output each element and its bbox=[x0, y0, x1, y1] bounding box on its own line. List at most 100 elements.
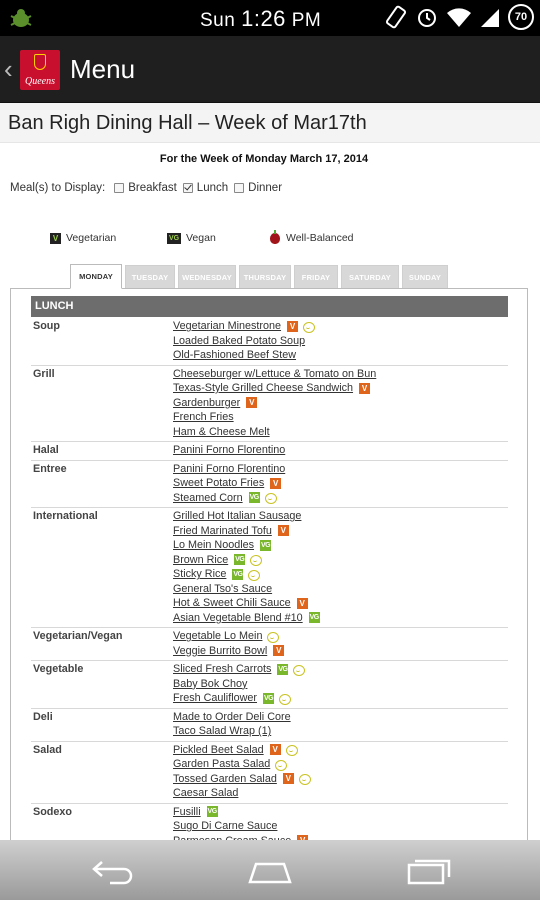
checkbox-icon[interactable] bbox=[114, 183, 125, 193]
vegetarian-badge-icon: V bbox=[359, 382, 371, 394]
menu-item-link[interactable]: Texas-Style Grilled Cheese Sandwich bbox=[173, 382, 353, 394]
menu-table: Soup Vegetarian Minestrone V Loaded Baked P… bbox=[31, 318, 508, 851]
back-nav-button[interactable] bbox=[90, 856, 136, 891]
menu-row: International Grilled Hot Italian Sausage… bbox=[31, 508, 508, 628]
menu-item-link[interactable]: Taco Salad Wrap (1) bbox=[173, 725, 271, 737]
recent-apps-icon[interactable] bbox=[406, 856, 452, 886]
menu-item-link[interactable]: Caesar Salad bbox=[173, 787, 238, 799]
home-icon[interactable] bbox=[246, 856, 294, 886]
menu-item: Taco Salad Wrap (1) bbox=[173, 724, 508, 739]
menu-item-link[interactable]: Lo Mein Noodles bbox=[173, 539, 254, 551]
menu-item: Loaded Baked Potato Soup bbox=[173, 334, 508, 349]
menu-item: Caesar Salad bbox=[173, 786, 508, 801]
menu-item: Garden Pasta Salad bbox=[173, 757, 508, 772]
menu-items: Sliced Fresh Carrots VG Baby Bok Choy Fresh… bbox=[173, 662, 508, 706]
menu-item-link[interactable]: Cheeseburger w/Lettuce & Tomato on Bun bbox=[173, 368, 376, 380]
menu-item-link[interactable]: Vegetarian Minestrone bbox=[173, 320, 281, 332]
page-title: Menu bbox=[70, 54, 136, 84]
menu-items: Made to Order Deli Core Taco Salad Wrap (… bbox=[173, 710, 508, 739]
menu-item-link[interactable]: Garden Pasta Salad bbox=[173, 758, 270, 770]
menu-item-link[interactable]: General Tso's Sauce bbox=[173, 583, 272, 595]
tab-monday[interactable]: MONDAY bbox=[70, 264, 122, 289]
menu-item-link[interactable]: French Fries bbox=[173, 411, 234, 423]
back-arrow-icon[interactable] bbox=[90, 856, 136, 886]
menu-items: Pickled Beet Salad V Garden Pasta Salad Tos… bbox=[173, 743, 508, 801]
legend-well-balanced: Well-Balanced bbox=[270, 229, 354, 244]
category-label: Vegetable bbox=[33, 663, 84, 675]
tab-thursday[interactable]: THURSDAY bbox=[239, 265, 291, 289]
tab-tuesday[interactable]: TUESDAY bbox=[125, 265, 175, 289]
menu-item: Pickled Beet Salad V bbox=[173, 743, 508, 758]
meal-section-header: LUNCH bbox=[31, 296, 508, 317]
vegetarian-badge-icon: V bbox=[287, 320, 299, 332]
menu-item-link[interactable]: Vegetable Lo Mein bbox=[173, 630, 262, 642]
menu-items: Vegetarian Minestrone V Loaded Baked Potat… bbox=[173, 319, 508, 363]
menu-item-link[interactable]: Pickled Beet Salad bbox=[173, 744, 264, 756]
menu-item-link[interactable]: Fresh Cauliflower bbox=[173, 692, 257, 704]
vegan-badge-icon: VG bbox=[260, 539, 272, 551]
tab-friday[interactable]: FRIDAY bbox=[294, 265, 338, 289]
menu-item-link[interactable]: Sliced Fresh Carrots bbox=[173, 663, 271, 675]
menu-row: Vegetable Sliced Fresh Carrots VG Baby Bok … bbox=[31, 661, 508, 709]
checkbox-checked-icon[interactable] bbox=[182, 183, 193, 193]
menu-items: Vegetable Lo Mein Veggie Burrito Bowl V bbox=[173, 629, 508, 658]
menu-item: Vegetarian Minestrone V bbox=[173, 319, 508, 334]
menu-item-link[interactable]: Sticky Rice bbox=[173, 568, 226, 580]
legend-vegetarian: V Vegetarian bbox=[50, 232, 116, 244]
vegetarian-badge-icon: V bbox=[270, 477, 282, 489]
menu-item: Tossed Garden Salad V bbox=[173, 772, 508, 787]
dining-hall-heading: Ban Righ Dining Hall – Week of Mar17th bbox=[8, 112, 367, 134]
menu-item-link[interactable]: Asian Vegetable Blend #10 bbox=[173, 612, 303, 624]
vegan-badge-icon: VG bbox=[263, 692, 275, 704]
menu-item-link[interactable]: Baby Bok Choy bbox=[173, 678, 247, 690]
menu-item: Made to Order Deli Core bbox=[173, 710, 508, 725]
alarm-icon bbox=[415, 5, 439, 29]
menu-item-link[interactable]: Gardenburger bbox=[173, 397, 240, 409]
android-debug-icon bbox=[8, 6, 34, 30]
vegan-badge-icon: VG bbox=[248, 492, 260, 504]
home-nav-button[interactable] bbox=[246, 856, 294, 891]
menu-item-link[interactable]: Hot & Sweet Chili Sauce bbox=[173, 597, 291, 609]
menu-item-link[interactable]: Fusilli bbox=[173, 806, 201, 818]
well-balanced-icon bbox=[275, 759, 288, 771]
menu-item: Brown Rice VG bbox=[173, 553, 508, 568]
queens-logo[interactable]: Queens bbox=[20, 50, 60, 90]
well-balanced-icon bbox=[250, 554, 263, 567]
well-balanced-icon bbox=[267, 631, 280, 643]
meal-filter-label: Meal(s) to Display: bbox=[10, 182, 106, 194]
lunch-checkbox[interactable]: Lunch bbox=[182, 182, 228, 194]
navigation-bar bbox=[0, 840, 540, 900]
tab-sunday[interactable]: SUNDAY bbox=[402, 265, 448, 289]
menu-item-link[interactable]: Grilled Hot Italian Sausage bbox=[173, 510, 301, 522]
breakfast-checkbox[interactable]: Breakfast bbox=[114, 182, 177, 194]
dinner-checkbox[interactable]: Dinner bbox=[234, 182, 282, 194]
chevron-left-icon[interactable]: ‹ bbox=[4, 54, 13, 85]
checkbox-icon[interactable] bbox=[234, 183, 245, 193]
menu-item-link[interactable]: Steamed Corn bbox=[173, 492, 243, 504]
menu-item-link[interactable]: Old-Fashioned Beef Stew bbox=[173, 349, 296, 361]
menu-item-link[interactable]: Veggie Burrito Bowl bbox=[173, 645, 267, 657]
menu-item-link[interactable]: Panini Forno Florentino bbox=[173, 444, 285, 456]
menu-item: Panini Forno Florentino bbox=[173, 462, 508, 477]
tab-wednesday[interactable]: WEDNESDAY bbox=[178, 265, 236, 289]
menu-items: Panini Forno Florentino bbox=[173, 443, 508, 458]
menu-item-link[interactable]: Loaded Baked Potato Soup bbox=[173, 335, 305, 347]
screen-rotation-icon bbox=[384, 5, 408, 29]
legend: V Vegetarian VG Vegan Well-Balanced bbox=[0, 229, 540, 248]
well-balanced-icon bbox=[298, 773, 311, 786]
menu-item: Fried Marinated Tofu V bbox=[173, 524, 508, 539]
menu-item: Steamed Corn VG bbox=[173, 491, 508, 506]
menu-item-link[interactable]: Tossed Garden Salad bbox=[173, 773, 277, 785]
menu-row: Deli Made to Order Deli Core Taco Salad Wr… bbox=[31, 709, 508, 742]
menu-item-link[interactable]: Sugo Di Carne Sauce bbox=[173, 820, 277, 832]
menu-item: Gardenburger V bbox=[173, 396, 508, 411]
menu-item-link[interactable]: Sweet Potato Fries bbox=[173, 477, 264, 489]
recent-apps-button[interactable] bbox=[406, 856, 452, 891]
menu-item-link[interactable]: Brown Rice bbox=[173, 554, 228, 566]
menu-item-link[interactable]: Made to Order Deli Core bbox=[173, 711, 291, 723]
tab-saturday[interactable]: SATURDAY bbox=[341, 265, 399, 289]
menu-item-link[interactable]: Ham & Cheese Melt bbox=[173, 426, 270, 438]
menu-item-link[interactable]: Panini Forno Florentino bbox=[173, 463, 285, 475]
menu-item-link[interactable]: Fried Marinated Tofu bbox=[173, 525, 272, 537]
well-balanced-icon bbox=[285, 744, 298, 757]
